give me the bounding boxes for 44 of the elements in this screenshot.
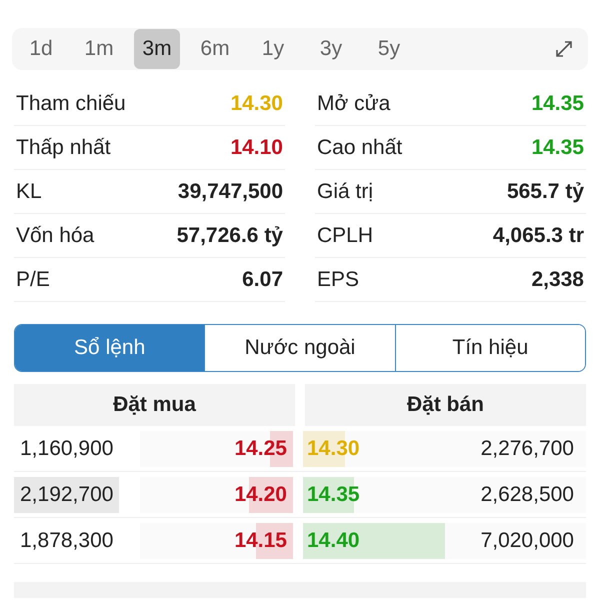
volume-cell-text: 7,020,000 (480, 528, 575, 554)
price-cell-text: 14.15 (233, 529, 288, 553)
column-header: Đặt mua (14, 384, 295, 426)
range-tab[interactable]: 1d (18, 29, 64, 69)
tab[interactable]: Tín hiệu (394, 325, 585, 371)
range-tab[interactable]: 3y (308, 29, 354, 69)
stat-value: 14.35 (531, 92, 584, 116)
volume-cell-text: 1,160,900 (19, 436, 114, 462)
range-tab[interactable]: 6m (192, 29, 238, 69)
stat-label: Tham chiếu (16, 92, 126, 116)
column-header: Đặt bán (305, 384, 586, 426)
stat-value: 39,747,500 (178, 180, 283, 204)
range-tab[interactable]: 3m (134, 29, 180, 69)
volume-cell-text: 1,878,300 (19, 528, 114, 554)
stat-value: 565.7 tỷ (506, 180, 584, 204)
price-cell-text: 14.35 (306, 483, 361, 507)
stat-label: CPLH (317, 224, 374, 248)
stat-label: EPS (317, 268, 360, 292)
stat-label: KL (16, 180, 42, 204)
price-cell-text: 14.20 (233, 483, 288, 507)
volume-cell: 2,192,700 (14, 477, 120, 513)
volume-cell-text: 2,276,700 (480, 436, 575, 462)
stat-value: 57,726.6 tỷ (176, 224, 283, 248)
volume-cell-text: 2,628,500 (480, 482, 575, 508)
stat-value: 6.07 (242, 268, 283, 292)
stat-value: 14.35 (531, 136, 584, 160)
range-tab[interactable]: 1m (76, 29, 122, 69)
stat-label: Cao nhất (317, 136, 402, 160)
range-tab[interactable]: 1y (250, 29, 296, 69)
stat-label: Mở cửa (317, 92, 390, 116)
price-cell-text: 14.30 (306, 437, 361, 461)
expand-icon[interactable] (554, 39, 574, 59)
stat-label: Vốn hóa (16, 224, 94, 248)
stat-value: 2,338 (531, 268, 584, 292)
tab[interactable]: Sổ lệnh (15, 325, 204, 371)
stat-value: 14.10 (230, 136, 283, 160)
price-cell-text: 14.25 (233, 437, 288, 461)
price-cell-text: 14.40 (306, 529, 361, 553)
range-tab[interactable]: 5y (366, 29, 412, 69)
stat-label: Thấp nhất (16, 136, 111, 160)
stat-label: P/E (16, 268, 50, 292)
stat-value: 4,065.3 tr (492, 224, 584, 248)
stat-label: Giá trị (317, 180, 374, 204)
stat-value: 14.30 (230, 92, 283, 116)
